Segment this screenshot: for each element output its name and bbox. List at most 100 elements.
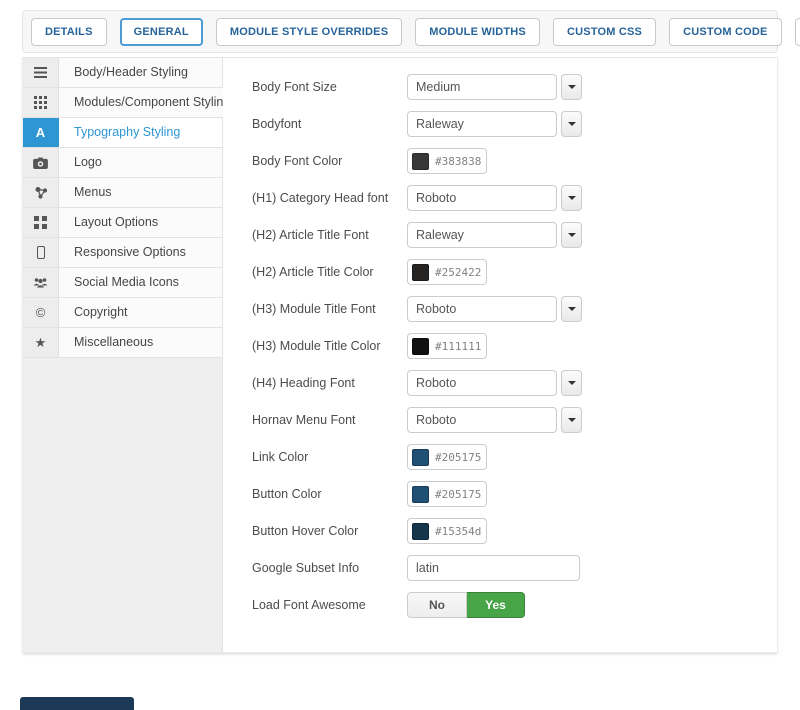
h4-heading-font-select[interactable]: Roboto bbox=[407, 370, 557, 396]
letter-a-icon: A bbox=[23, 118, 59, 147]
sidebar-item-responsive-options[interactable]: Responsive Options bbox=[23, 238, 222, 268]
share-nodes-icon bbox=[23, 178, 59, 207]
sidebar-item-label: Copyright bbox=[59, 298, 222, 327]
h2-article-title-font-select[interactable]: Raleway bbox=[407, 222, 557, 248]
color-hex-value: #15354d bbox=[435, 525, 481, 538]
google-subset-input[interactable] bbox=[407, 555, 580, 581]
sidebar-item-label: Responsive Options bbox=[59, 238, 222, 267]
form-row: Button Color #205175 bbox=[252, 481, 777, 507]
form-row: Load Font Awesome No Yes bbox=[252, 592, 777, 618]
color-swatch bbox=[412, 486, 429, 503]
select-caret-button[interactable] bbox=[561, 222, 582, 248]
form-row: Google Subset Info bbox=[252, 555, 777, 581]
sidebar-item-label: Body/Header Styling bbox=[59, 58, 222, 87]
select-caret-button[interactable] bbox=[561, 296, 582, 322]
color-hex-value: #205175 bbox=[435, 488, 481, 501]
select-caret-button[interactable] bbox=[561, 407, 582, 433]
template-tabbar: DETAILS GENERAL MODULE STYLE OVERRIDES M… bbox=[22, 10, 778, 53]
link-color-input[interactable]: #205175 bbox=[407, 444, 487, 470]
button-color-input[interactable]: #205175 bbox=[407, 481, 487, 507]
form-row: (H2) Article Title Font Raleway bbox=[252, 222, 777, 248]
sidebar-item-label: Menus bbox=[59, 178, 222, 207]
sidebar-item-menus[interactable]: Menus bbox=[23, 178, 222, 208]
field-label: (H4) Heading Font bbox=[252, 376, 407, 390]
field-label: Body Font Size bbox=[252, 80, 407, 94]
typography-form: Body Font Size Medium Bodyfont Raleway B… bbox=[223, 58, 777, 652]
body-font-color-input[interactable]: #383838 bbox=[407, 148, 487, 174]
sidebar-item-label: Logo bbox=[59, 148, 222, 177]
chevron-down-icon bbox=[568, 122, 576, 126]
field-label: Hornav Menu Font bbox=[252, 413, 407, 427]
field-label: Link Color bbox=[252, 450, 407, 464]
sidebar-item-label: Modules/Component Styling bbox=[59, 88, 230, 117]
field-label: (H2) Article Title Font bbox=[252, 228, 407, 242]
color-hex-value: #252422 bbox=[435, 266, 481, 279]
button-hover-color-input[interactable]: #15354d bbox=[407, 518, 487, 544]
tab-general[interactable]: GENERAL bbox=[120, 18, 203, 46]
chevron-down-icon bbox=[568, 85, 576, 89]
field-label: Button Color bbox=[252, 487, 407, 501]
sidebar-item-modules-component-styling[interactable]: Modules/Component Styling bbox=[23, 88, 222, 118]
h3-module-title-font-select[interactable]: Roboto bbox=[407, 296, 557, 322]
settings-sidebar: Body/Header Styling Modules/Component St… bbox=[23, 58, 223, 652]
chevron-down-icon bbox=[568, 381, 576, 385]
users-icon bbox=[23, 268, 59, 297]
form-row: Body Font Color #383838 bbox=[252, 148, 777, 174]
sidebar-item-miscellaneous[interactable]: ★ Miscellaneous bbox=[23, 328, 222, 358]
tab-menu-assignment[interactable]: MENU ASSIGNMENT bbox=[795, 18, 800, 46]
sidebar-item-logo[interactable]: Logo bbox=[23, 148, 222, 178]
h1-category-head-font-select[interactable]: Roboto bbox=[407, 185, 557, 211]
form-row: Button Hover Color #15354d bbox=[252, 518, 777, 544]
form-row: (H3) Module Title Font Roboto bbox=[252, 296, 777, 322]
color-swatch bbox=[412, 523, 429, 540]
field-label: Button Hover Color bbox=[252, 524, 407, 538]
color-swatch bbox=[412, 338, 429, 355]
sidebar-item-typography-styling[interactable]: A Typography Styling bbox=[23, 118, 222, 148]
toggle-yes-button[interactable]: Yes bbox=[467, 592, 525, 618]
field-label: (H3) Module Title Color bbox=[252, 339, 407, 353]
tab-custom-code[interactable]: CUSTOM CODE bbox=[669, 18, 782, 46]
h2-article-title-color-input[interactable]: #252422 bbox=[407, 259, 487, 285]
h3-module-title-color-input[interactable]: #111111 bbox=[407, 333, 487, 359]
field-label: Bodyfont bbox=[252, 117, 407, 131]
color-hex-value: #383838 bbox=[435, 155, 481, 168]
tab-module-widths[interactable]: MODULE WIDTHS bbox=[415, 18, 540, 46]
sidebar-item-label: Social Media Icons bbox=[59, 268, 222, 297]
field-label: Load Font Awesome bbox=[252, 598, 407, 612]
body-font-size-select[interactable]: Medium bbox=[407, 74, 557, 100]
color-swatch bbox=[412, 153, 429, 170]
tab-module-style-overrides[interactable]: MODULE STYLE OVERRIDES bbox=[216, 18, 402, 46]
sidebar-item-body-header-styling[interactable]: Body/Header Styling bbox=[23, 58, 222, 88]
status-bar[interactable] bbox=[20, 697, 134, 710]
chevron-down-icon bbox=[568, 418, 576, 422]
toggle-no-button[interactable]: No bbox=[407, 592, 467, 618]
sidebar-item-label: Layout Options bbox=[59, 208, 222, 237]
sidebar-item-label: Miscellaneous bbox=[59, 328, 222, 357]
form-row: (H1) Category Head font Roboto bbox=[252, 185, 777, 211]
tab-custom-css[interactable]: CUSTOM CSS bbox=[553, 18, 656, 46]
camera-icon bbox=[23, 148, 59, 177]
select-caret-button[interactable] bbox=[561, 74, 582, 100]
select-caret-button[interactable] bbox=[561, 370, 582, 396]
load-font-awesome-toggle: No Yes bbox=[407, 592, 525, 618]
body-font-select[interactable]: Raleway bbox=[407, 111, 557, 137]
field-label: (H2) Article Title Color bbox=[252, 265, 407, 279]
select-caret-button[interactable] bbox=[561, 111, 582, 137]
hornav-menu-font-select[interactable]: Roboto bbox=[407, 407, 557, 433]
chevron-down-icon bbox=[568, 196, 576, 200]
grid-icon bbox=[23, 88, 59, 117]
field-label: Google Subset Info bbox=[252, 561, 407, 575]
sidebar-item-layout-options[interactable]: Layout Options bbox=[23, 208, 222, 238]
copyright-icon: © bbox=[23, 298, 59, 327]
field-label: (H3) Module Title Font bbox=[252, 302, 407, 316]
tab-details[interactable]: DETAILS bbox=[31, 18, 107, 46]
sidebar-item-social-media-icons[interactable]: Social Media Icons bbox=[23, 268, 222, 298]
star-icon: ★ bbox=[23, 328, 59, 357]
color-hex-value: #111111 bbox=[435, 340, 481, 353]
form-row: Bodyfont Raleway bbox=[252, 111, 777, 137]
sidebar-item-copyright[interactable]: © Copyright bbox=[23, 298, 222, 328]
mobile-icon bbox=[23, 238, 59, 267]
form-row: (H3) Module Title Color #111111 bbox=[252, 333, 777, 359]
chevron-down-icon bbox=[568, 307, 576, 311]
select-caret-button[interactable] bbox=[561, 185, 582, 211]
